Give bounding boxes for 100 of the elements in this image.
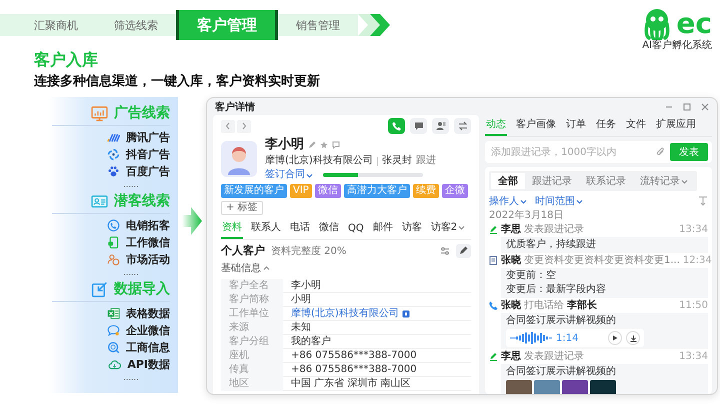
company-link[interactable]: 摩博(北京)科技有限公司: [291, 307, 399, 320]
slash-lines-icon: [107, 131, 120, 144]
record-action: 发表跟进记录: [524, 350, 584, 363]
company-name: 摩博(北京)科技有限公司: [265, 155, 373, 167]
avatar-silhouette: [221, 141, 257, 177]
activity-tab[interactable]: 扩展应用: [655, 115, 697, 136]
field-label: 座机: [221, 349, 283, 363]
customer-type: 个人客户: [221, 243, 265, 258]
source-item: 市场活动: [126, 252, 170, 267]
sort-icon: [698, 196, 708, 206]
download-button[interactable]: [626, 331, 640, 345]
record-action: 打电话给: [524, 299, 564, 312]
field-label: 客户分组: [221, 335, 283, 349]
record-action: 发表跟进记录: [524, 223, 584, 236]
field-label: 客户全名: [221, 279, 283, 293]
stage-dropdown[interactable]: 签订合同: [265, 169, 313, 181]
customer-tag: 企微: [442, 184, 468, 198]
profile-tab[interactable]: QQ: [347, 221, 365, 239]
call-button[interactable]: [388, 118, 405, 134]
filter-dropdown[interactable]: 操作人: [489, 194, 527, 208]
process-step: 汇聚商机: [0, 14, 96, 36]
activity-tab[interactable]: 文件: [625, 115, 647, 136]
customer-tag: 高潜力大客户: [344, 184, 410, 198]
source-item: API数据: [127, 357, 170, 372]
cloud-icon: [108, 358, 122, 371]
add-tag-button[interactable]: + 标签: [221, 201, 263, 215]
star-icon: [320, 141, 328, 149]
profile-tab[interactable]: 微信: [318, 218, 340, 239]
group-title: 基础信息: [221, 262, 261, 275]
process-step: 筛选线索: [96, 14, 176, 36]
caret-down-icon: [576, 198, 583, 204]
window-title: 客户详情: [215, 100, 255, 114]
contact-button[interactable]: [432, 118, 449, 134]
record-tab[interactable]: 全部: [491, 173, 525, 189]
octopus-logo-icon: [642, 8, 672, 40]
play-button[interactable]: [608, 331, 622, 345]
caret-up-icon: [263, 264, 270, 272]
field-label: 客户简称: [221, 293, 283, 307]
record-tab[interactable]: 流转记录: [633, 173, 695, 189]
forward-button[interactable]: [237, 120, 251, 132]
profile-tab[interactable]: 电话: [289, 218, 311, 239]
activity-tab[interactable]: 订单: [565, 115, 587, 136]
source-group-title: 广告线索: [114, 104, 170, 122]
record-time: 13:34: [679, 223, 708, 236]
activity-tab[interactable]: 客户画像: [515, 115, 557, 136]
record-tab[interactable]: 联系记录: [579, 173, 633, 189]
more-ellipsis: ......: [123, 373, 139, 382]
field-value: +86 075586***388-7000: [291, 363, 417, 376]
profile-tab[interactable]: 访客2: [430, 218, 466, 239]
field-label: 传真: [221, 363, 283, 377]
chevron-left-icon: [225, 122, 231, 130]
source-item: 企业微信: [126, 323, 170, 338]
process-step: 客户管理: [176, 10, 278, 40]
activity-tab[interactable]: 任务: [595, 115, 617, 136]
source-item: 百度广告: [126, 164, 170, 179]
id-card-icon: [91, 192, 108, 210]
message-button[interactable]: [410, 118, 427, 134]
record-author: 李思: [501, 223, 521, 236]
audio-duration: 1:14: [556, 332, 578, 344]
badge-icon: [402, 310, 410, 318]
pen-icon: [489, 225, 498, 234]
more-ellipsis: ......: [123, 180, 139, 189]
spreadsheet-icon: [107, 307, 120, 320]
customer-tag: 续费: [412, 184, 439, 198]
import-icon: [91, 280, 108, 298]
profile-tab[interactable]: 邮件: [372, 218, 394, 239]
source-item: 表格数据: [126, 306, 170, 321]
transfer-button[interactable]: [454, 118, 471, 134]
profile-tab[interactable]: 联系人: [250, 218, 282, 239]
field-value: 小明: [291, 293, 311, 306]
back-button[interactable]: [221, 120, 235, 132]
record-author: 张晓: [501, 254, 521, 267]
caret-down-icon: [520, 198, 527, 204]
field-value: 我的客户: [291, 335, 331, 348]
source-item: 工商信息: [126, 340, 170, 355]
chat-icon: [332, 141, 340, 149]
completeness-text: 资料完整度 20%: [271, 244, 346, 258]
record-author: 李思: [501, 350, 521, 363]
pencil-icon: [308, 141, 316, 149]
record-action: 变更资料变更资料变更资料变更1...: [524, 254, 680, 267]
record-text: 变更前：空: [506, 270, 557, 282]
transfer-icon: [458, 121, 468, 131]
chevron-arrow-icon: [358, 14, 392, 36]
profile-tab[interactable]: 访客: [400, 218, 423, 239]
filter-dropdown[interactable]: 时间范围: [535, 194, 583, 208]
person-icon: [436, 121, 446, 131]
record-time: 13:34: [679, 350, 708, 363]
record-time: 11:50: [679, 299, 708, 312]
field-value: 李小明: [291, 279, 321, 292]
chat-phone-icon: [107, 236, 120, 249]
record-tab[interactable]: 跟进记录: [525, 173, 579, 189]
edit-button[interactable]: [456, 244, 471, 258]
pencil-icon: [459, 246, 468, 255]
record-date: 2022年3月18日: [489, 209, 565, 222]
search-icon: [107, 341, 120, 354]
ad-monitor-icon: [91, 104, 108, 122]
people-icon: [107, 253, 120, 266]
source-item: 电销拓客: [126, 218, 170, 233]
sliders-icon: [440, 246, 450, 256]
chat-bubble-icon: [107, 324, 120, 337]
